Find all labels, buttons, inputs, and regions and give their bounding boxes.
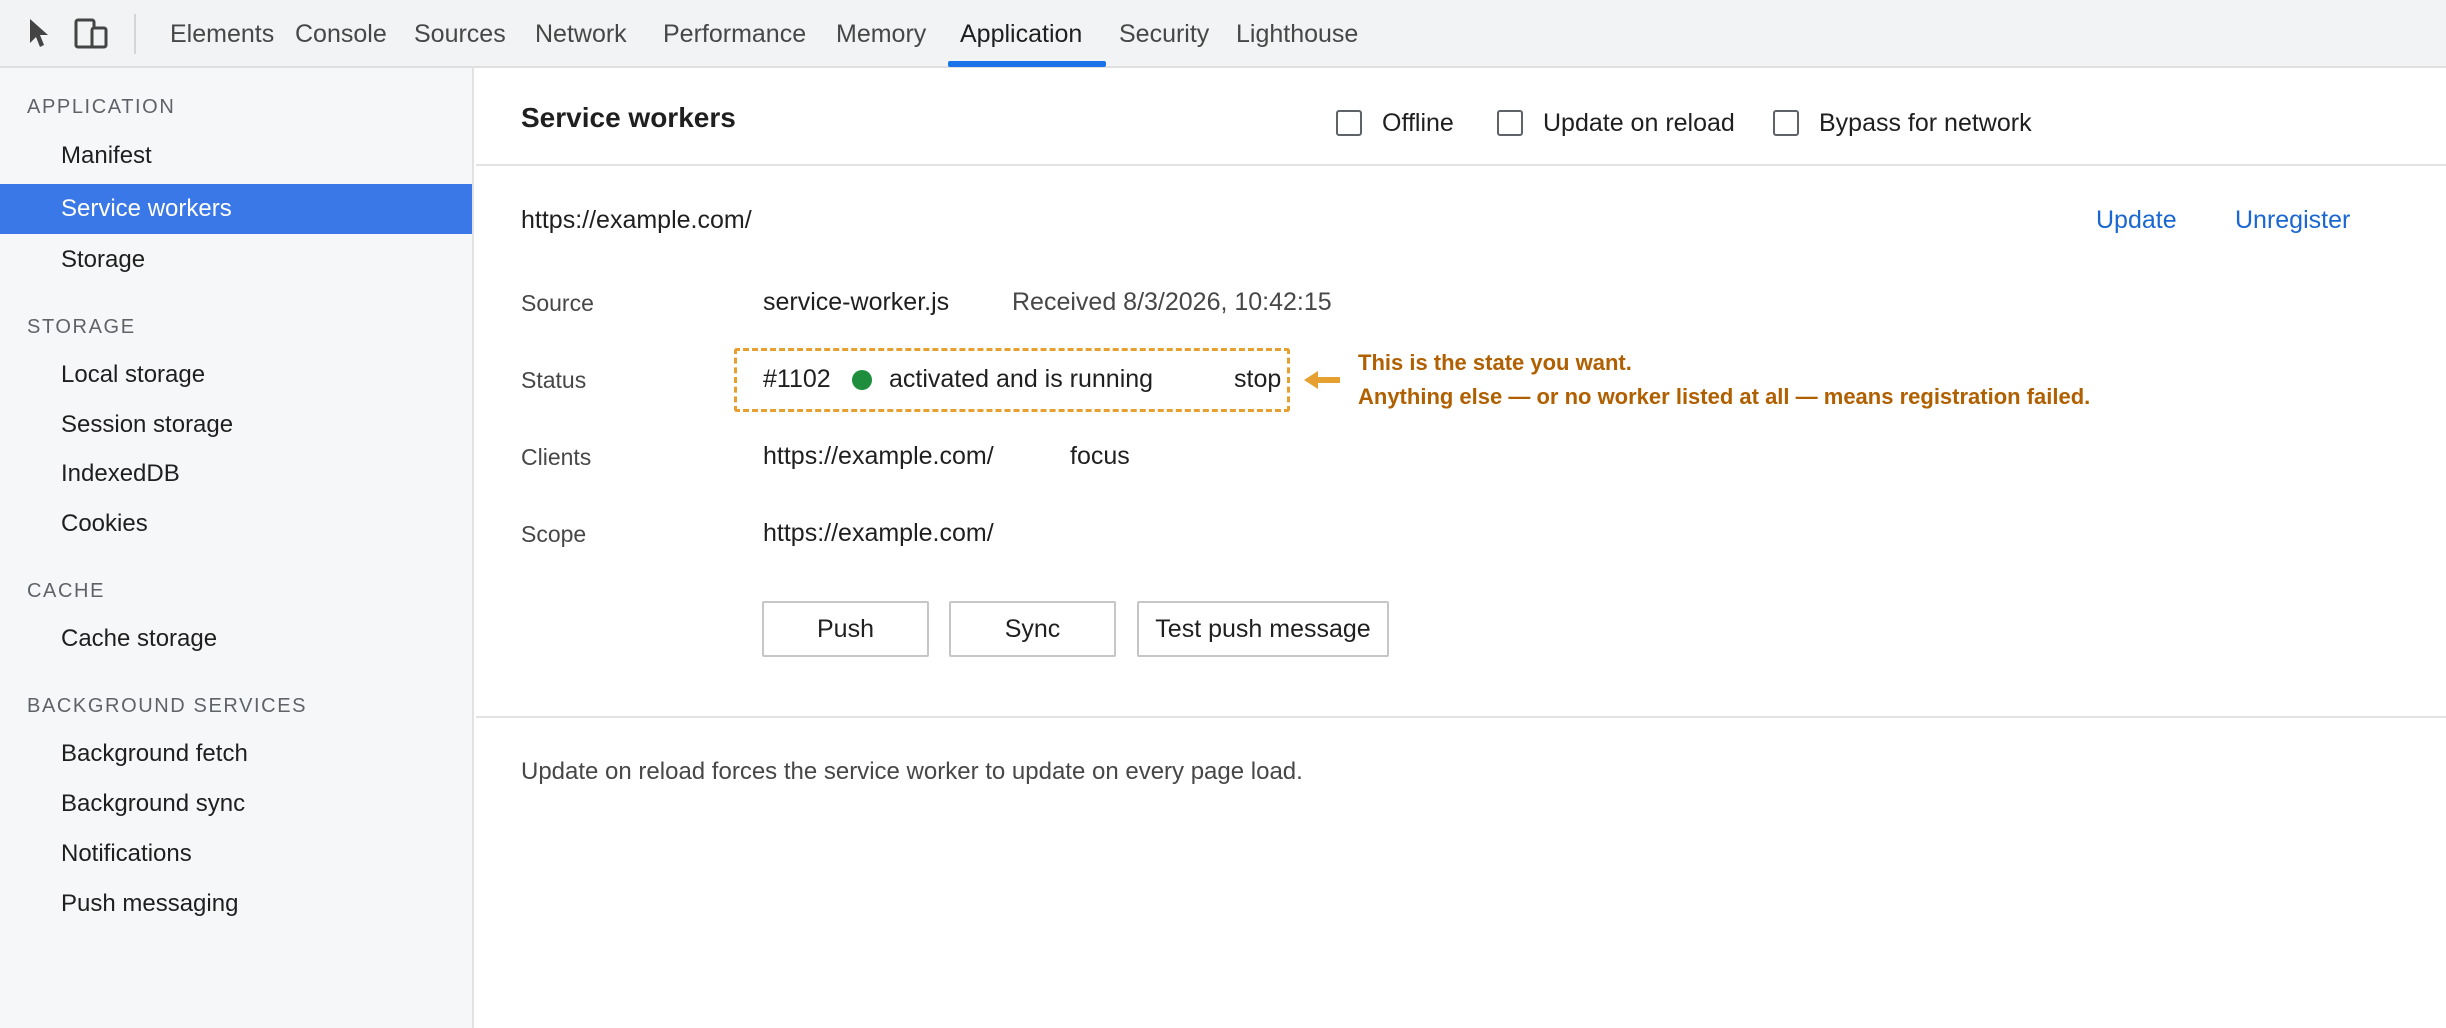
tab-lighthouse[interactable]: Lighthouse <box>1236 0 1358 68</box>
source-label: Source <box>521 290 594 316</box>
tab-sources[interactable]: Sources <box>414 0 506 68</box>
update-on-reload-label: Update on reload <box>1543 108 1735 137</box>
devtools-window: Elements Console Sources Network Perform… <box>0 0 2446 1028</box>
device-toolbar-icon[interactable] <box>74 17 110 51</box>
panel-title: Service workers <box>521 102 736 133</box>
scope-url: https://example.com/ <box>763 519 994 547</box>
sidebar-item-push-messaging[interactable]: Push messaging <box>0 879 472 929</box>
client-url: https://example.com/ <box>763 442 994 470</box>
checkbox-box[interactable] <box>1497 110 1523 136</box>
sidebar-header-cache: CACHE <box>27 580 106 602</box>
devtools-tab-bar: Elements Console Sources Network Perform… <box>0 0 2446 68</box>
sidebar-item-notifications[interactable]: Notifications <box>0 829 472 879</box>
sidebar-item-cookies[interactable]: Cookies <box>0 499 472 549</box>
focus-link[interactable]: focus <box>1070 442 1130 471</box>
checkbox-box[interactable] <box>1336 110 1362 136</box>
offline-label: Offline <box>1382 108 1454 137</box>
checkbox-box[interactable] <box>1773 110 1799 136</box>
sidebar-item-background-sync[interactable]: Background sync <box>0 779 472 829</box>
test-push-message-button[interactable]: Test push message <box>1137 601 1389 657</box>
received-timestamp: Received 8/3/2026, 10:42:15 <box>1012 288 1332 316</box>
sync-button[interactable]: Sync <box>949 601 1116 657</box>
tab-application[interactable]: Application <box>960 0 1082 68</box>
active-tab-indicator <box>948 61 1106 67</box>
annotation-line-1: This is the state you want. <box>1358 350 1632 375</box>
stop-link[interactable]: stop <box>1234 365 1281 394</box>
footnote-text: Update on reload forces the service work… <box>521 758 1303 785</box>
worker-origin: https://example.com/ <box>521 206 752 234</box>
push-button[interactable]: Push <box>762 601 929 657</box>
bypass-for-network-checkbox[interactable]: Bypass for network <box>1773 106 2032 140</box>
application-sidebar: APPLICATION Manifest Service workers Sto… <box>0 68 474 1028</box>
sidebar-item-storage[interactable]: Storage <box>0 235 472 285</box>
tab-elements[interactable]: Elements <box>170 0 274 68</box>
sidebar-item-service-workers[interactable]: Service workers <box>0 184 472 234</box>
sidebar-item-cache-storage[interactable]: Cache storage <box>0 614 472 664</box>
offline-checkbox[interactable]: Offline <box>1336 106 1454 140</box>
bypass-for-network-label: Bypass for network <box>1819 108 2032 137</box>
running-status-dot <box>852 370 872 390</box>
toolbar-divider <box>134 14 136 54</box>
sidebar-item-indexeddb[interactable]: IndexedDB <box>0 449 472 499</box>
worker-id: #1102 <box>763 365 831 393</box>
update-link[interactable]: Update <box>2096 206 2177 235</box>
tab-memory[interactable]: Memory <box>836 0 926 68</box>
status-label: Status <box>521 367 587 393</box>
source-file-link[interactable]: service-worker.js <box>763 288 949 317</box>
arrow-left-icon <box>1304 371 1340 389</box>
inspect-element-icon[interactable] <box>26 17 62 51</box>
sidebar-header-storage: STORAGE <box>27 316 136 338</box>
annotation-line-2: Anything else — or no worker listed at a… <box>1358 384 2091 409</box>
tab-performance[interactable]: Performance <box>663 0 806 68</box>
clients-label: Clients <box>521 444 592 470</box>
worker-divider <box>476 716 2446 718</box>
sidebar-header-application: APPLICATION <box>27 96 176 118</box>
tab-console[interactable]: Console <box>295 0 387 68</box>
status-text: activated and is running <box>889 365 1154 393</box>
tab-security[interactable]: Security <box>1119 0 1209 68</box>
sidebar-item-background-fetch[interactable]: Background fetch <box>0 729 472 779</box>
service-workers-panel: Service workers Offline Update on reload… <box>476 68 2446 1028</box>
tab-network[interactable]: Network <box>535 0 627 68</box>
update-on-reload-checkbox[interactable]: Update on reload <box>1497 106 1735 140</box>
sidebar-item-local-storage[interactable]: Local storage <box>0 350 472 400</box>
unregister-link[interactable]: Unregister <box>2235 206 2350 235</box>
sidebar-header-background-services: BACKGROUND SERVICES <box>27 695 308 717</box>
sidebar-item-manifest[interactable]: Manifest <box>0 131 472 181</box>
sidebar-item-session-storage[interactable]: Session storage <box>0 400 472 450</box>
scope-label: Scope <box>521 521 587 547</box>
header-divider <box>476 164 2446 166</box>
